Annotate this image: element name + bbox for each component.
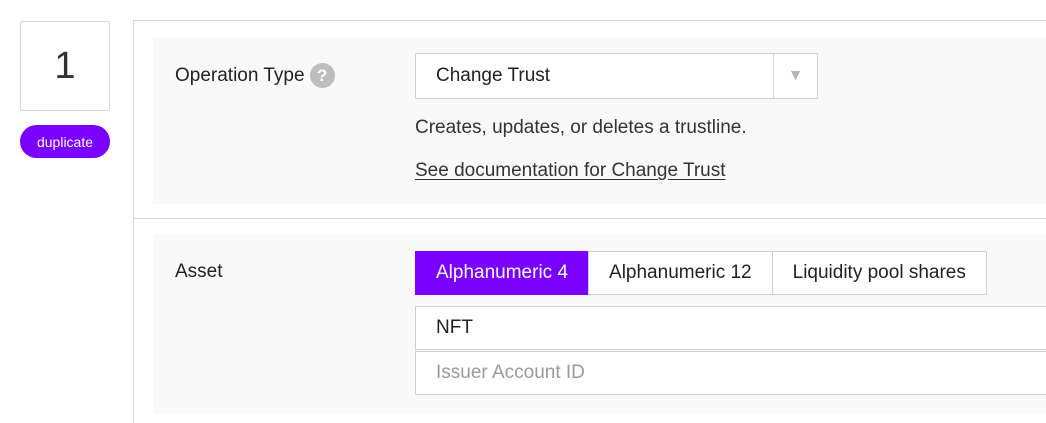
help-icon[interactable]: ? [309, 63, 335, 88]
operation-type-selected-value: Change Trust [436, 65, 551, 86]
asset-section: Asset Alphanumeric 4 Alphanumeric 12 Liq… [153, 235, 1046, 413]
tab-alphanumeric-4[interactable]: Alphanumeric 4 [415, 251, 590, 295]
chevron-down-icon[interactable]: ▼ [773, 54, 817, 98]
operation-description: Creates, updates, or deletes a trustline… [415, 117, 747, 138]
asset-label: Asset [175, 261, 223, 282]
tab-liquidity-pool-shares[interactable]: Liquidity pool shares [771, 251, 987, 295]
section-divider [133, 218, 1046, 219]
operation-type-section: Operation Type ? Change Trust ▼ Creates,… [153, 37, 1046, 204]
tab-alphanumeric-12[interactable]: Alphanumeric 12 [588, 251, 773, 295]
duplicate-button[interactable]: duplicate [20, 125, 110, 158]
operation-type-label: Operation Type [175, 64, 305, 86]
asset-code-input[interactable]: NFT [415, 306, 1046, 350]
asset-type-tabs: Alphanumeric 4 Alphanumeric 12 Liquidity… [415, 251, 987, 295]
issuer-account-id-input[interactable]: Issuer Account ID [415, 351, 1046, 395]
operation-type-label-group: Operation Type ? [175, 63, 335, 88]
documentation-link[interactable]: See documentation for Change Trust [415, 160, 726, 182]
operation-number: 1 [20, 21, 110, 111]
operation-type-select[interactable]: Change Trust ▼ [415, 53, 818, 99]
